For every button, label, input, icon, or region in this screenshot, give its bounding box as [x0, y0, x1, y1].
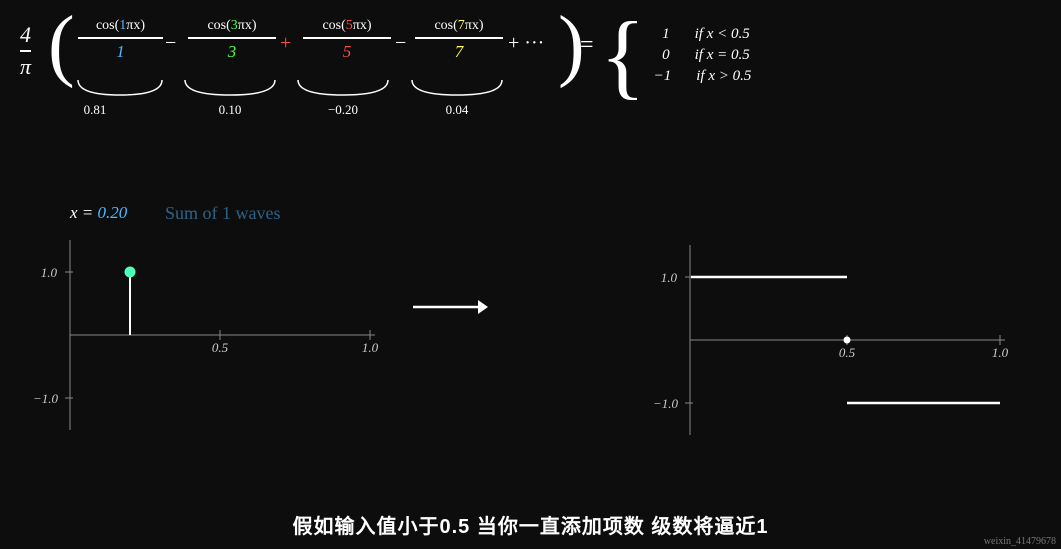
svg-text:0.5: 0.5 — [212, 340, 229, 355]
left-graph: x = 0.20 Sum of 1 waves 1.0 −1.0 0.5 1.0 — [15, 195, 395, 460]
case-1: 1 if x < 0.5 — [654, 26, 752, 43]
term2-denominator: 3 — [228, 42, 237, 62]
brace-1 — [73, 75, 168, 100]
bottom-text: 假如输入值小于0.5 当你一直添加项数 级数将逼近1 — [0, 510, 1061, 539]
x-value: 0.20 — [98, 203, 128, 222]
fraction-denominator: π — [20, 54, 31, 80]
right-graph: 1.0 −1.0 0.5 1.0 — [635, 195, 1045, 460]
fraction-numerator: 4 — [20, 22, 31, 48]
brace-label-1: 0.81 — [84, 102, 107, 118]
term4-denominator: 7 — [455, 42, 464, 62]
term-4: cos(7πx) 7 — [415, 18, 503, 62]
term3-numerator: cos(5πx) — [322, 18, 371, 34]
term1-denominator: 1 — [116, 42, 125, 62]
op3: − — [395, 32, 406, 55]
arrow-svg — [408, 290, 493, 325]
case1-value: 1 — [654, 26, 670, 43]
left-graph-svg: 1.0 −1.0 0.5 1.0 — [15, 230, 390, 450]
curly-brace: { — [600, 15, 646, 96]
case1-condition: if x < 0.5 — [695, 26, 750, 43]
brace-4 — [407, 75, 507, 100]
op4: + ··· — [508, 32, 544, 55]
svg-text:0.5: 0.5 — [839, 345, 856, 360]
svg-text:1.0: 1.0 — [41, 265, 58, 280]
equals-sign: = — [580, 32, 594, 59]
formula-section: 4 π ( cos(1πx) 1 − cos(3πx) 3 + cos(5πx)… — [10, 10, 1051, 185]
term4-numerator: cos(7πx) — [434, 18, 483, 34]
case3-value: −1 — [654, 68, 672, 85]
svg-text:1.0: 1.0 — [992, 345, 1009, 360]
big-paren-left: ( — [48, 5, 75, 85]
svg-text:−1.0: −1.0 — [33, 391, 59, 406]
graph-subtitle: Sum of 1 waves — [165, 203, 281, 224]
brace-2 — [180, 75, 280, 100]
brace-label-4: 0.04 — [446, 102, 469, 118]
case3-condition: if x > 0.5 — [696, 68, 751, 85]
watermark: weixin_41479678 — [984, 536, 1056, 547]
term3-denominator: 5 — [343, 42, 352, 62]
term-1: cos(1πx) 1 — [78, 18, 163, 62]
main-container: 4 π ( cos(1πx) 1 − cos(3πx) 3 + cos(5πx)… — [0, 0, 1061, 549]
op2: + — [280, 32, 291, 55]
case-3: −1 if x > 0.5 — [654, 68, 752, 85]
right-graph-svg: 1.0 −1.0 0.5 1.0 — [635, 235, 1035, 455]
op1: − — [165, 32, 176, 55]
brace-3 — [293, 75, 393, 100]
piecewise-rhs: { 1 if x < 0.5 0 if x = 0.5 −1 if x > 0.… — [600, 15, 751, 96]
term1-numerator: cos(1πx) — [96, 18, 145, 34]
fraction-prefix: 4 π — [20, 22, 31, 80]
term2-numerator: cos(3πx) — [207, 18, 256, 34]
case2-condition: if x = 0.5 — [695, 47, 750, 64]
arrow-container — [408, 290, 493, 330]
svg-text:−1.0: −1.0 — [653, 396, 679, 411]
case-2: 0 if x = 0.5 — [654, 47, 752, 64]
term-3: cos(5πx) 5 — [303, 18, 391, 62]
term-2: cos(3πx) 3 — [188, 18, 276, 62]
x-value-label: x = 0.20 — [70, 203, 127, 223]
brace-label-2: 0.10 — [219, 102, 242, 118]
case2-value: 0 — [654, 47, 670, 64]
svg-text:1.0: 1.0 — [362, 340, 379, 355]
piecewise-cases: 1 if x < 0.5 0 if x = 0.5 −1 if x > 0.5 — [654, 26, 752, 85]
brace-label-3: −0.20 — [328, 102, 358, 118]
svg-text:1.0: 1.0 — [661, 270, 678, 285]
